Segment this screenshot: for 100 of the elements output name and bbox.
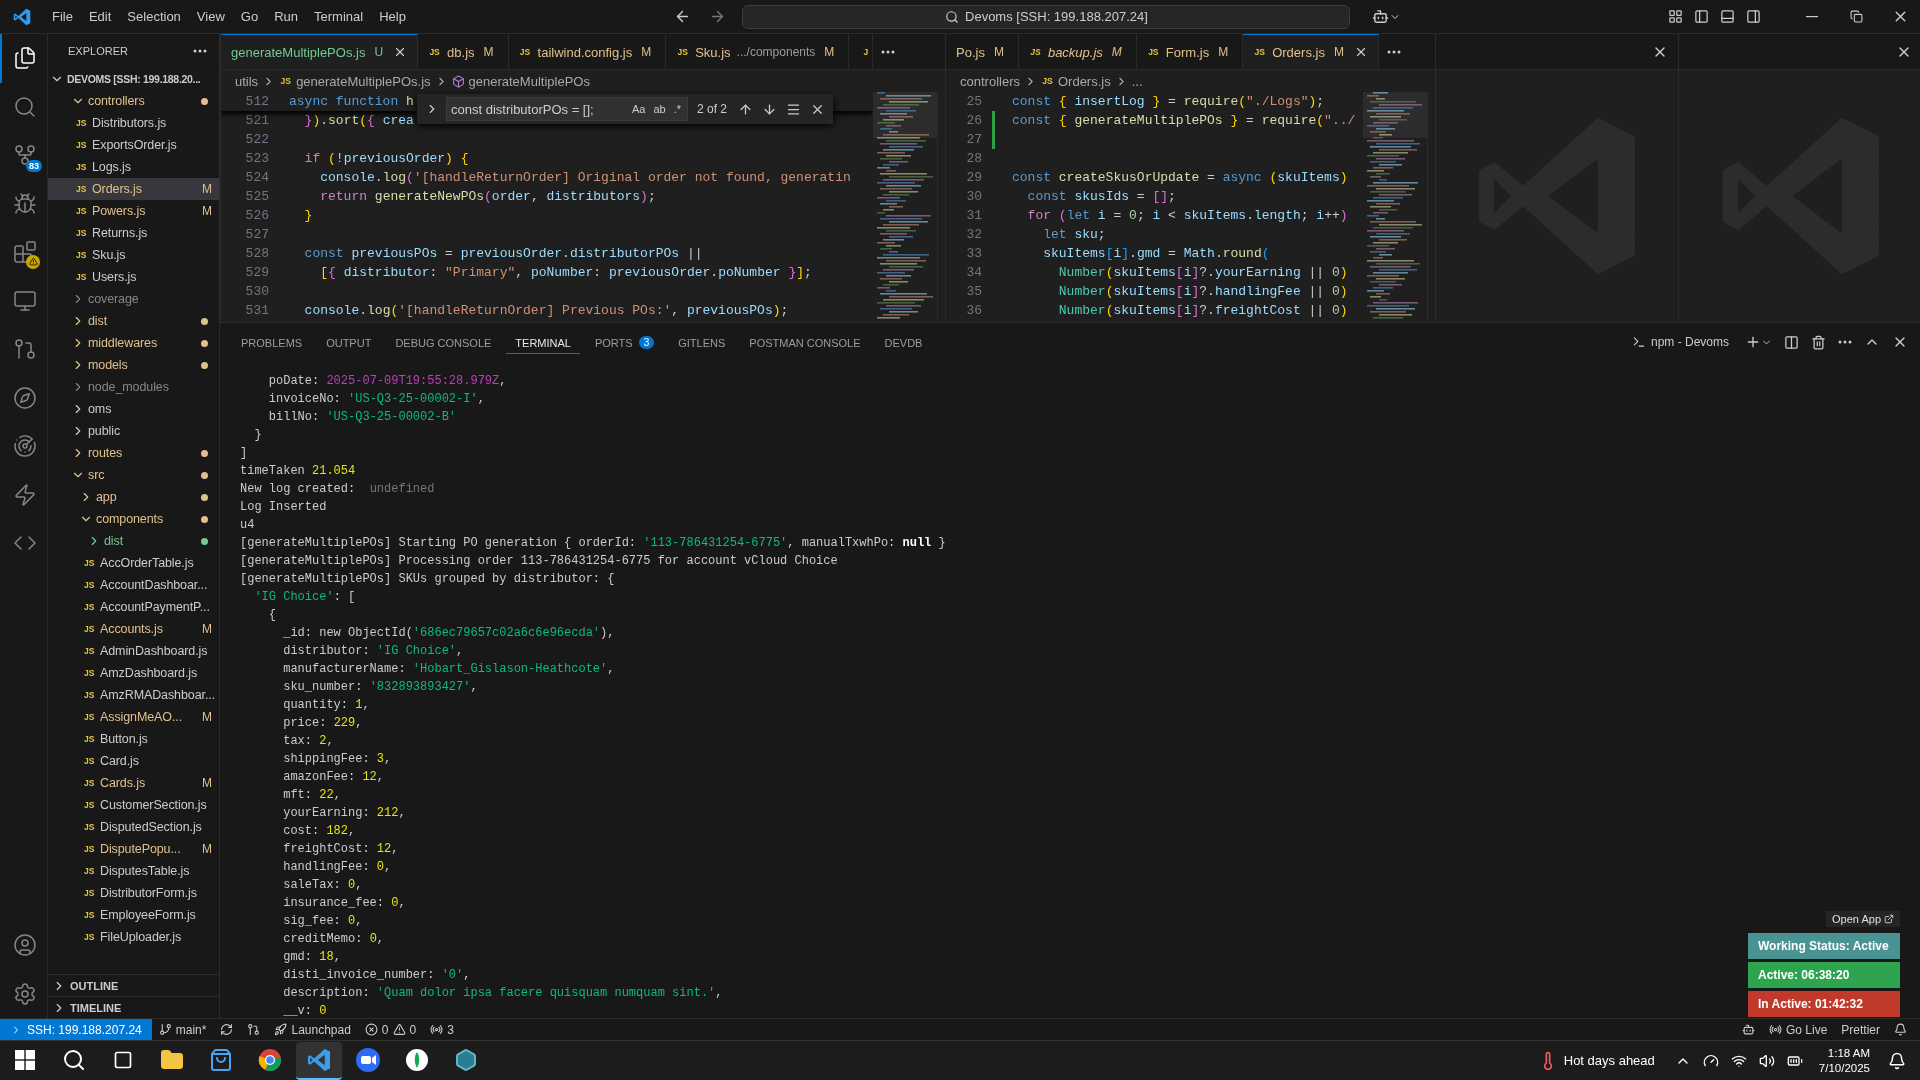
more-actions-button[interactable] (191, 47, 209, 55)
terminal-selector[interactable]: npm - Devoms (1631, 335, 1729, 349)
folder-entry[interactable]: public (48, 420, 219, 442)
menu-item[interactable]: Run (266, 5, 306, 28)
folder-entry[interactable]: models (48, 354, 219, 376)
terminal-line: amazonFee: 12, (282, 769, 385, 786)
folder-entry[interactable]: middlewares (48, 332, 219, 354)
panel-tab[interactable]: PORTS 3 (585, 330, 664, 354)
menu-item[interactable]: Selection (119, 5, 189, 28)
breadcrumb-item[interactable]: JS Orders.js (1040, 73, 1111, 89)
ports-indicator[interactable]: 3 (423, 1019, 461, 1040)
editor-tab[interactable]: JS Orders.js M (1243, 34, 1379, 69)
terminal-line: insurance_fee: 0, (282, 895, 406, 912)
explorer-entry[interactable]: JS AccOrderTable.js (48, 552, 219, 574)
explorer-entry[interactable]: JS Sku.js (48, 244, 219, 266)
folder-entry[interactable]: oms (48, 398, 219, 420)
panel-tab[interactable]: GITLENS (669, 330, 735, 354)
file-type-label: JS (84, 888, 96, 898)
file-type-label: JS (76, 140, 88, 150)
menu-item[interactable]: Terminal (306, 5, 372, 28)
remote-indicator[interactable]: SSH: 199.188.207.24 (0, 1019, 152, 1040)
sync-icon (220, 1023, 234, 1036)
open-app-button[interactable]: Open App (1826, 911, 1900, 927)
count-badge: 83 (26, 159, 42, 172)
problems-indicator[interactable]: 0 0 (357, 1019, 424, 1040)
breadcrumb-item[interactable]: JS generateMultiplePOs.js (279, 73, 431, 89)
weather-text[interactable]: Hot days ahead (1563, 1053, 1655, 1068)
branch-indicator[interactable]: main* (151, 1019, 214, 1040)
folder-entry[interactable]: controllers (48, 90, 219, 112)
explorer-entry[interactable]: JS ExportsOrder.js (48, 134, 219, 156)
explorer-entry[interactable]: JS Returns.js (48, 222, 219, 244)
file-type-label: JS (76, 118, 88, 128)
line-number: 529 (244, 265, 270, 280)
explorer-entry[interactable]: JS Button.js (48, 728, 219, 750)
status-item[interactable]: Go Live (1761, 1019, 1835, 1040)
explorer-entry[interactable]: JS EmployeeForm.js (48, 904, 219, 926)
line-number: 34 (965, 265, 983, 280)
panel-tab[interactable]: DEVDB (875, 330, 932, 354)
explorer-entry[interactable]: JS AdminDashboard.js (48, 640, 219, 662)
taskbar-app[interactable] (296, 1041, 342, 1080)
panel-tab[interactable]: OUTPUT (317, 330, 381, 354)
editor-tab[interactable]: generateMultiplePOs.js U (221, 34, 419, 69)
explorer-entry[interactable]: JS AssignMeAO... M (48, 706, 219, 728)
folder-entry[interactable]: coverage (48, 288, 219, 310)
folder-entry[interactable]: app (48, 486, 219, 508)
folder-entry[interactable]: dist (48, 310, 219, 332)
more-actions-button[interactable] (1836, 338, 1854, 346)
code-editor-icon (307, 1047, 331, 1072)
explorer-entry[interactable]: JS DisputedSection.js (48, 816, 219, 838)
file-type-label: JS (84, 778, 96, 788)
panel-tab[interactable]: DEBUG CONSOLE (386, 330, 501, 354)
breadcrumb-item[interactable]: controllers (960, 73, 1020, 89)
collapsed-section[interactable]: OUTLINE (48, 974, 219, 996)
explorer-entry[interactable]: JS Orders.js M (48, 178, 219, 200)
clock-time[interactable]: 1:18 AM (1827, 1045, 1870, 1061)
menu-item[interactable]: Edit (80, 5, 120, 28)
explorer-entry[interactable]: JS Users.js (48, 266, 219, 288)
activity-bar-item[interactable]: 83 (0, 131, 47, 180)
explorer-entry[interactable]: JS AmzRMADashboar... (48, 684, 219, 706)
panel-tab[interactable]: PROBLEMS (232, 330, 312, 354)
breadcrumb-item[interactable]: utils (235, 73, 259, 89)
explorer-entry[interactable]: JS DisputePopu... M (48, 838, 219, 860)
folder-entry[interactable]: src (48, 464, 219, 486)
folder-icon (160, 1047, 184, 1072)
terminal-line: shippingFee: 3, (282, 751, 392, 768)
warning-icon (392, 1023, 406, 1036)
explorer-entry[interactable]: JS FileUploader.js (48, 926, 219, 948)
menu-item[interactable]: Help (371, 5, 414, 28)
folder-entry[interactable]: components (48, 508, 219, 530)
explorer-entry[interactable]: JS Powers.js M (48, 200, 219, 222)
breadcrumb-item[interactable]: ... (1131, 73, 1143, 89)
explorer-entry[interactable]: JS DistributorForm.js (48, 882, 219, 904)
breadcrumb-item[interactable]: generateMultiplePOs (451, 73, 590, 89)
explorer-entry[interactable]: JS Accounts.js M (48, 618, 219, 640)
status-item[interactable]: Prettier (1834, 1019, 1887, 1040)
terminal-line: cost: 182, (282, 823, 356, 840)
panel-tab[interactable]: TERMINAL (506, 330, 580, 354)
command-center[interactable]: Devoms [SSH: 199.188.207.24] (742, 4, 1351, 29)
explorer-entry[interactable]: JS DisputesTable.js (48, 860, 219, 882)
launchpad-button[interactable]: Launchpad (267, 1019, 358, 1040)
folder-entry[interactable]: routes (48, 442, 219, 464)
folder-entry[interactable]: node_modules (48, 376, 219, 398)
folder-entry[interactable]: dist (48, 530, 219, 552)
menu-item[interactable]: View (188, 5, 233, 28)
explorer-entry[interactable]: JS Card.js (48, 750, 219, 772)
explorer-entry[interactable]: JS Logs.js (48, 156, 219, 178)
line-number: 526 (244, 208, 270, 223)
clock-date[interactable]: 7/10/2025 (1818, 1060, 1870, 1076)
explorer-entry[interactable]: JS Cards.js M (48, 772, 219, 794)
explorer-entry[interactable]: JS CustomerSection.js (48, 794, 219, 816)
file-type-label: JS (84, 668, 96, 678)
menu-item[interactable]: Go (232, 5, 267, 28)
panel-tab[interactable]: POSTMAN CONSOLE (740, 330, 870, 354)
menu-item[interactable]: File (44, 5, 81, 28)
workspace-root[interactable]: DEVOMS [SSH: 199.188.20... (48, 68, 219, 90)
explorer-entry[interactable]: JS AmzDashboard.js (48, 662, 219, 684)
explorer-entry[interactable]: JS AccountDashboar... (48, 574, 219, 596)
status-dot (201, 537, 208, 545)
explorer-entry[interactable]: JS AccountPaymentP... (48, 596, 219, 618)
explorer-entry[interactable]: JS Distributors.js (48, 112, 219, 134)
